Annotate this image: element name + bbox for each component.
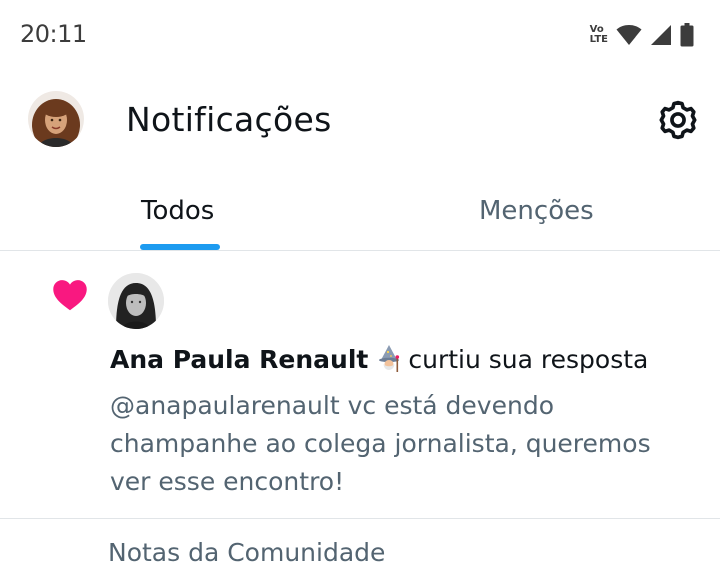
wifi-icon	[616, 25, 642, 45]
tab-mencoes[interactable]: Menções	[360, 178, 720, 250]
tab-label-todos: Todos	[141, 196, 215, 226]
gear-icon[interactable]	[656, 98, 700, 142]
profile-avatar[interactable]	[28, 91, 84, 147]
notification-text: @anapaularenault vc está devendo champan…	[110, 391, 651, 496]
status-bar: 20:11 Vo LTE	[0, 0, 720, 70]
wizard-emoji-icon	[379, 345, 400, 372]
signal-icon	[651, 25, 671, 45]
actor-name[interactable]: Ana Paula Renault	[110, 345, 368, 374]
battery-icon	[680, 23, 694, 47]
volte-icon: Vo LTE	[589, 24, 608, 45]
heart-icon	[53, 280, 87, 311]
notification-item[interactable]: Ana Paula Renault curtiu sua resposta @a…	[0, 251, 720, 518]
notification-action: curtiu sua resposta	[408, 345, 649, 374]
actor-avatar[interactable]	[108, 273, 164, 329]
page-title: Notificações	[126, 100, 332, 139]
notification-tabs: Todos Menções	[0, 178, 720, 250]
tab-label-mencoes: Menções	[479, 196, 594, 226]
header: Notificações	[0, 80, 720, 162]
next-notification-partial[interactable]: Notas da Comunidade	[108, 538, 385, 567]
status-time: 20:11	[20, 20, 87, 48]
notification-headline: Ana Paula Renault curtiu sua resposta	[110, 343, 648, 374]
status-icons: Vo LTE	[590, 22, 694, 48]
notification-divider	[0, 518, 720, 519]
tab-todos[interactable]: Todos	[0, 178, 360, 250]
